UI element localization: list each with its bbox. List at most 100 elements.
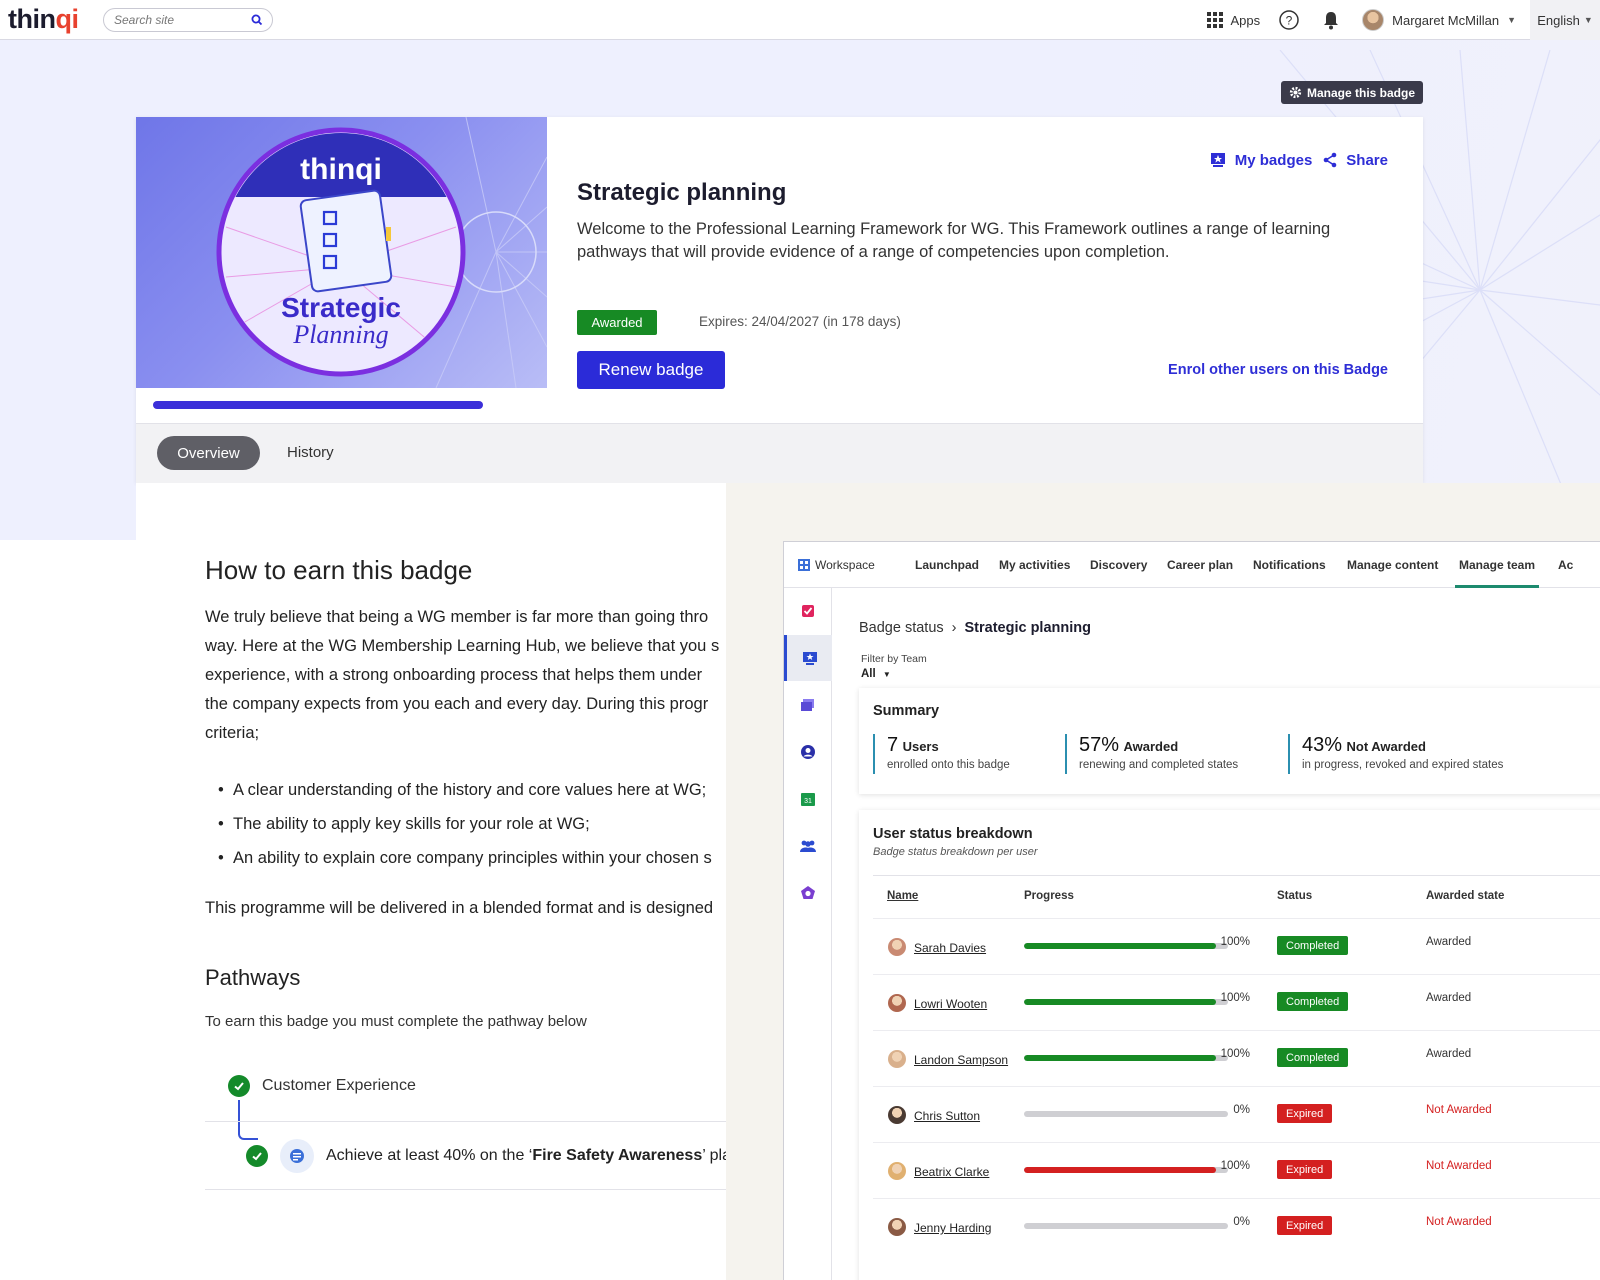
breakdown-subtitle: Badge status breakdown per user <box>873 846 1038 858</box>
stat-users: 7 Users enrolled onto this badge <box>873 734 1010 774</box>
nav-discovery[interactable]: Discovery <box>1090 558 1147 572</box>
notification-bell-icon[interactable] <box>1320 9 1342 31</box>
logo[interactable]: thinqi <box>8 4 79 35</box>
progress-bar <box>1024 1223 1228 1229</box>
check-icon <box>228 1075 250 1097</box>
gear-icon <box>1289 86 1302 99</box>
top-bar: thinqi Search site Apps ? Margaret McMil… <box>0 0 1600 40</box>
checkbox-icon <box>802 605 814 617</box>
user-menu[interactable]: Margaret McMillan ▼ <box>1362 9 1516 31</box>
status-badge: Expired <box>1277 1216 1333 1235</box>
language-selector[interactable]: English ▼ <box>1530 0 1600 40</box>
breadcrumb: Badge status › Strategic planning <box>859 620 1091 636</box>
nav-launchpad[interactable]: Launchpad <box>915 558 979 572</box>
divider <box>205 1121 726 1122</box>
manage-badge-button[interactable]: Manage this badge <box>1281 81 1424 104</box>
breadcrumb-parent[interactable]: Badge status <box>859 620 944 636</box>
progress-bar-fill <box>1024 943 1216 949</box>
sidebar-item-calendar[interactable]: 31 <box>784 776 832 822</box>
search-input[interactable]: Search site <box>103 8 273 32</box>
user-name-link[interactable]: Sarah Davies <box>914 941 986 955</box>
awarded-state: Not Awarded <box>1426 1160 1492 1172</box>
share-link[interactable]: Share <box>1322 152 1388 169</box>
sidebar-item-tasks[interactable] <box>784 588 832 634</box>
sidebar-item-team[interactable] <box>784 823 832 869</box>
manage-team-panel: Workspace Launchpad My activities Discov… <box>783 541 1600 1280</box>
chevron-down-icon: ▼ <box>882 670 891 679</box>
badge-image-title-2: Planning <box>292 320 388 349</box>
tab-history[interactable]: History <box>287 444 334 461</box>
team-filter-select[interactable]: All ▼ <box>861 668 891 680</box>
nav-notifications[interactable]: Notifications <box>1253 558 1326 572</box>
column-header-awarded: Awarded state <box>1426 890 1505 902</box>
table-row: Sarah Davies 100% Completed Awarded <box>873 918 1600 974</box>
progress-bar <box>1024 943 1228 949</box>
status-badge: Awarded <box>577 310 657 335</box>
avatar <box>888 938 906 956</box>
enrol-users-link[interactable]: Enrol other users on this Badge <box>1168 362 1388 378</box>
column-header-status: Status <box>1277 890 1313 902</box>
nav-my-activities[interactable]: My activities <box>999 558 1070 572</box>
paragraph-line: experience, with a strong onboarding pro… <box>205 666 703 684</box>
status-badge: Completed <box>1277 1048 1349 1067</box>
progress-percent: 100% <box>1220 992 1250 1004</box>
progress-bar <box>1024 999 1228 1005</box>
tab-bar: Overview History <box>136 423 1423 483</box>
awarded-state: Awarded <box>1426 992 1472 1004</box>
status-badge: Completed <box>1277 936 1349 955</box>
avatar <box>888 1218 906 1236</box>
sidebar-item-achievements[interactable] <box>784 870 832 916</box>
pathways-intro: To earn this badge you must complete the… <box>205 1013 587 1030</box>
renew-badge-button[interactable]: Renew badge <box>577 351 725 389</box>
status-badge: Completed <box>1277 992 1349 1011</box>
user-name-link[interactable]: Jenny Harding <box>914 1221 991 1235</box>
my-badges-link[interactable]: My badges <box>1209 151 1312 169</box>
user-name-link[interactable]: Beatrix Clarke <box>914 1165 989 1179</box>
badge-progress-bar <box>153 401 483 409</box>
paragraph-line: way. Here at the WG Membership Learning … <box>205 637 720 655</box>
table-row: Beatrix Clarke 100% Expired Not Awarded <box>873 1142 1600 1198</box>
svg-text:31: 31 <box>804 798 812 805</box>
avatar <box>888 1162 906 1180</box>
status-badge: Expired <box>1277 1104 1333 1123</box>
pathway-connector <box>238 1100 258 1140</box>
badge-image-brand: thinqi <box>300 153 382 186</box>
pathway-step-customer-experience[interactable]: Customer Experience <box>228 1075 416 1097</box>
playlist-icon <box>280 1139 314 1173</box>
workspace-icon <box>798 559 810 571</box>
nav-more[interactable]: Ac <box>1558 558 1573 572</box>
page-title: Strategic planning <box>577 179 787 206</box>
workspace-menu[interactable]: Workspace <box>798 558 875 572</box>
tab-overview[interactable]: Overview <box>157 436 260 470</box>
apps-grid-icon <box>1206 12 1223 28</box>
intro-paragraph: We truly believe that being a WG member … <box>205 603 726 748</box>
sidebar-item-people[interactable] <box>784 729 832 775</box>
user-name-link[interactable]: Lowri Wooten <box>914 997 987 1011</box>
language-label: English <box>1537 12 1580 28</box>
sidebar-item-library[interactable] <box>784 682 832 728</box>
manage-badge-label: Manage this badge <box>1307 85 1416 100</box>
filter-label: Filter by Team <box>861 653 927 665</box>
nav-manage-content[interactable]: Manage content <box>1347 558 1438 572</box>
nav-manage-team[interactable]: Manage team <box>1459 558 1535 572</box>
pathway-step-fire-safety[interactable]: Achieve at least 40% on the ‘Fire Safety… <box>246 1139 726 1173</box>
paragraph-line: the company expects from you each and ev… <box>205 695 709 713</box>
user-name-link[interactable]: Chris Sutton <box>914 1109 980 1123</box>
user-name-link[interactable]: Landon Sampson <box>914 1053 1008 1067</box>
user-name: Margaret McMillan <box>1392 12 1500 28</box>
list-item: A clear understanding of the history and… <box>218 773 712 807</box>
progress-bar <box>1024 1167 1228 1173</box>
breakdown-title: User status breakdown <box>873 826 1033 842</box>
apps-button[interactable]: Apps <box>1206 12 1260 28</box>
list-item: The ability to apply key skills for your… <box>218 807 712 841</box>
help-icon[interactable]: ? <box>1278 9 1300 31</box>
stack-icon <box>801 699 814 711</box>
search-icon[interactable] <box>250 13 264 27</box>
column-header-name[interactable]: Name <box>887 890 918 902</box>
team-icon <box>800 840 816 852</box>
badge-image: thinqi Strategic Planning <box>136 117 547 388</box>
sidebar-item-badges[interactable] <box>784 635 832 681</box>
search-placeholder: Search site <box>114 13 175 27</box>
awarded-state: Not Awarded <box>1426 1216 1492 1228</box>
nav-career-plan[interactable]: Career plan <box>1167 558 1233 572</box>
